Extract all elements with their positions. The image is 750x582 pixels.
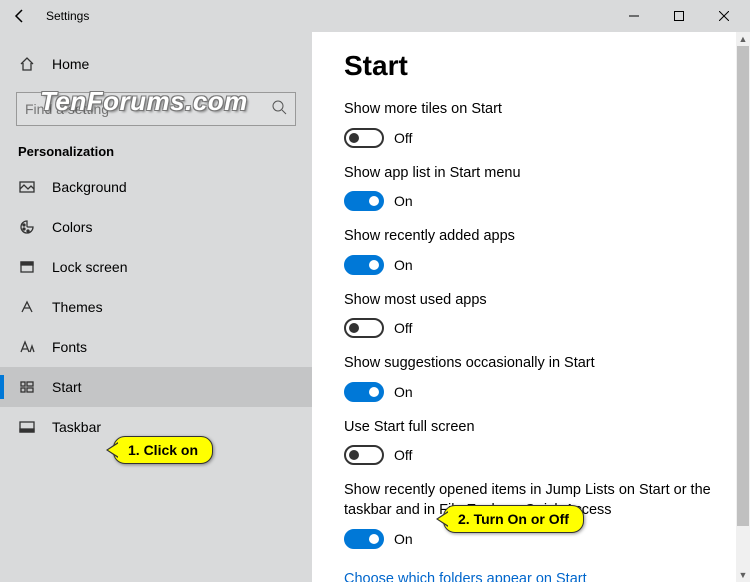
setting-label: Show most used apps	[344, 291, 722, 311]
toggle-switch[interactable]	[344, 191, 384, 211]
setting-label: Show suggestions occasionally in Start	[344, 354, 722, 374]
nav-start[interactable]: Start	[0, 367, 312, 407]
toggle-switch[interactable]	[344, 445, 384, 465]
section-header: Personalization	[0, 130, 312, 167]
toggle-state: On	[394, 193, 413, 209]
nav-background[interactable]: Background	[0, 167, 312, 207]
folders-link[interactable]: Choose which folders appear on Start	[344, 571, 587, 582]
page-heading: Start	[344, 50, 722, 82]
setting-label: Show recently added apps	[344, 227, 722, 247]
toggle-state: Off	[394, 320, 412, 336]
toggle-state: On	[394, 384, 413, 400]
setting-item: Show suggestions occasionally in Start On	[344, 354, 722, 402]
nav-themes[interactable]: Themes	[0, 287, 312, 327]
taskbar-icon	[18, 418, 36, 436]
setting-item: Show most used apps Off	[344, 291, 722, 339]
scroll-up-arrow[interactable]: ▲	[736, 32, 750, 46]
close-button[interactable]	[701, 0, 746, 32]
setting-item: Show more tiles on Start Off	[344, 100, 722, 148]
nav-label: Taskbar	[52, 419, 101, 435]
toggle-state: Off	[394, 447, 412, 463]
toggle-switch[interactable]	[344, 318, 384, 338]
nav-label: Background	[52, 179, 127, 195]
setting-label: Show more tiles on Start	[344, 100, 722, 120]
minimize-button[interactable]	[611, 0, 656, 32]
toggle-state: Off	[394, 130, 412, 146]
themes-icon	[18, 298, 36, 316]
scrollbar[interactable]: ▲ ▼	[736, 32, 750, 582]
nav-label: Fonts	[52, 339, 87, 355]
nav-label: Start	[52, 379, 82, 395]
fonts-icon	[18, 338, 36, 356]
toggle-switch[interactable]	[344, 382, 384, 402]
nav-home[interactable]: Home	[0, 44, 312, 84]
app-title: Settings	[46, 9, 89, 23]
search-box[interactable]	[16, 92, 296, 126]
back-button[interactable]	[4, 0, 36, 32]
toggle-switch[interactable]	[344, 128, 384, 148]
lockscreen-icon	[18, 258, 36, 276]
nav-label: Themes	[52, 299, 103, 315]
title-bar: Settings	[0, 0, 750, 32]
setting-label: Show app list in Start menu	[344, 164, 722, 184]
setting-label: Use Start full screen	[344, 418, 722, 438]
background-icon	[18, 178, 36, 196]
nav-label: Lock screen	[52, 259, 127, 275]
content-pane: Start Show more tiles on Start Off Show ap…	[312, 32, 750, 582]
toggle-state: On	[394, 257, 413, 273]
home-icon	[18, 55, 36, 73]
start-icon	[18, 378, 36, 396]
maximize-button[interactable]	[656, 0, 701, 32]
nav-colors[interactable]: Colors	[0, 207, 312, 247]
toggle-switch[interactable]	[344, 529, 384, 549]
toggle-switch[interactable]	[344, 255, 384, 275]
setting-item: Show recently added apps On	[344, 227, 722, 275]
setting-item: Show app list in Start menu On	[344, 164, 722, 212]
search-icon	[271, 99, 287, 120]
search-input[interactable]	[25, 101, 271, 117]
nav-label: Colors	[52, 219, 92, 235]
callout-1: 1. Click on	[113, 436, 213, 464]
sidebar: Home Personalization Background Colors L…	[0, 32, 312, 582]
scroll-thumb[interactable]	[737, 46, 749, 526]
setting-item: Use Start full screen Off	[344, 418, 722, 466]
callout-2: 2. Turn On or Off	[443, 505, 584, 533]
nav-lockscreen[interactable]: Lock screen	[0, 247, 312, 287]
toggle-state: On	[394, 531, 413, 547]
nav-home-label: Home	[52, 56, 89, 72]
scroll-down-arrow[interactable]: ▼	[736, 568, 750, 582]
colors-icon	[18, 218, 36, 236]
nav-fonts[interactable]: Fonts	[0, 327, 312, 367]
